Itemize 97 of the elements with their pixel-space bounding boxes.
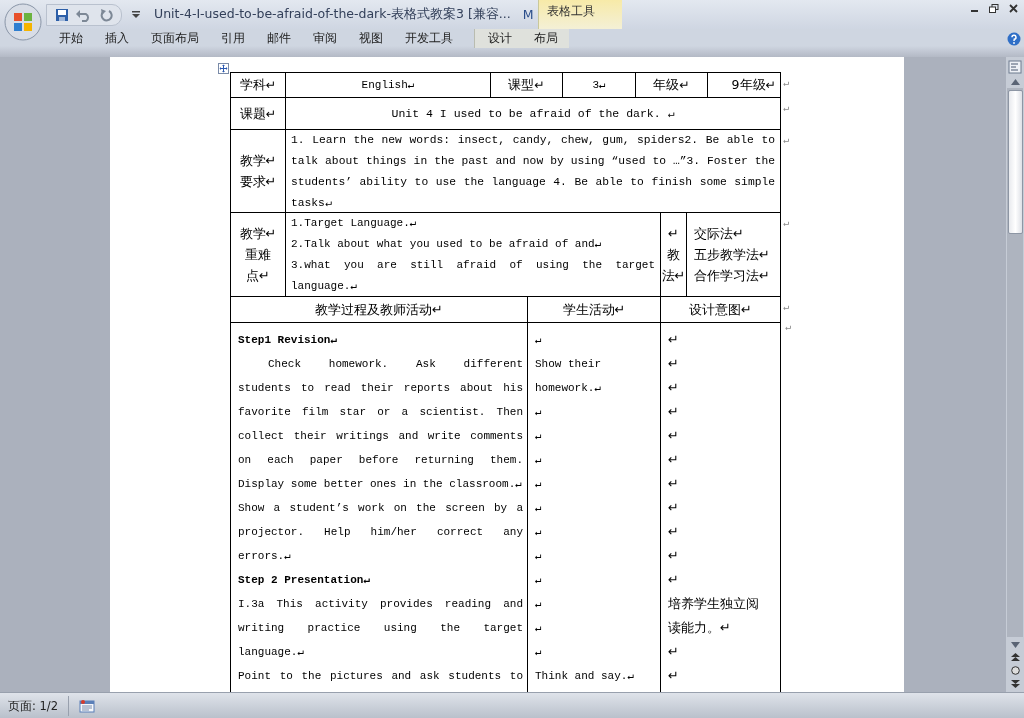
cell-text: 读能力。↵ bbox=[668, 619, 732, 637]
cell-text: ↵ bbox=[535, 549, 543, 564]
cell-text: 培养学生独立阅 bbox=[668, 595, 760, 613]
row-end-mark: ↵ bbox=[783, 77, 790, 89]
cell-text: ↵ bbox=[668, 499, 680, 517]
language-icon[interactable] bbox=[79, 699, 96, 713]
step-heading: Step 2 Presentation↵ bbox=[238, 573, 372, 588]
cell-text: ↵ bbox=[535, 429, 543, 444]
page-indicator[interactable]: 页面: 1/2 bbox=[0, 696, 70, 716]
browse-object-icon[interactable] bbox=[1010, 666, 1020, 675]
step-heading: Step1 Revision↵ bbox=[238, 333, 339, 348]
cell-text: ↵ bbox=[535, 405, 543, 420]
cell-text: ↵ bbox=[668, 571, 680, 589]
cell-text: homework.↵ bbox=[535, 381, 603, 396]
cell-text: projector. Help him/her correct any bbox=[238, 525, 523, 540]
cell-text: ↵ bbox=[535, 573, 543, 588]
cell-text: I.3a This activity provides reading and bbox=[238, 597, 523, 612]
row-end-mark: ↵ bbox=[783, 102, 790, 114]
cell-text: Display some better ones in the classroom.↵ bbox=[238, 477, 523, 492]
cell-text: 1.Target Language.↵ bbox=[291, 216, 418, 231]
cell-text: Show a student’s work on the screen by a bbox=[238, 501, 523, 516]
ribbon-tab[interactable]: 审阅 bbox=[302, 29, 348, 48]
cell-text: ↵ bbox=[668, 379, 680, 397]
ribbon-tab[interactable]: 设计 bbox=[474, 29, 523, 48]
row-end-mark: ↵ bbox=[783, 134, 790, 146]
cell-text: 教 bbox=[667, 246, 680, 264]
ruler-toggle-icon[interactable] bbox=[1008, 60, 1022, 74]
scroll-up-icon[interactable] bbox=[1010, 79, 1020, 85]
cell-text: 教学↵ bbox=[239, 152, 277, 170]
table-move-handle-icon bbox=[218, 63, 229, 74]
cell-text: ↵ bbox=[535, 333, 543, 348]
cell-text: Point to the pictures and ask students to bbox=[238, 669, 523, 684]
cell-text: ↵ bbox=[535, 645, 543, 660]
cell-text: ↵ bbox=[668, 667, 680, 685]
cell-text: errors.↵ bbox=[238, 549, 292, 564]
cell-text: 合作学习法↵ bbox=[694, 267, 770, 285]
cell-text: ↵ bbox=[668, 523, 680, 541]
ribbon-tab[interactable]: 引用 bbox=[210, 29, 256, 48]
cell-text: ↵ bbox=[535, 501, 543, 516]
cell-text: ↵ bbox=[535, 453, 543, 468]
cell-text: ↵ bbox=[668, 355, 680, 373]
cell-text: 3.what you are still afraid of using the target bbox=[291, 258, 655, 273]
ribbon-tab[interactable]: 插入 bbox=[94, 29, 140, 48]
cell-text: ↵ bbox=[668, 331, 680, 349]
scroll-down-icon[interactable] bbox=[1010, 642, 1020, 648]
cell-text: 法↵ bbox=[661, 267, 686, 285]
table-cell: 9年级↵ bbox=[707, 72, 781, 98]
redo-icon[interactable] bbox=[99, 7, 113, 22]
window-title: Unit-4-I-used-to-be-afraid-of-the-dark-表格式教案3 [兼容... bbox=[154, 6, 511, 23]
cell-text: ↵ bbox=[535, 477, 543, 492]
scrollbar-thumb[interactable] bbox=[1008, 90, 1023, 234]
cell-text: 点↵ bbox=[246, 267, 270, 285]
cell-text: favorite film star or a scientist. Then bbox=[238, 405, 523, 420]
ribbon-tab[interactable]: 布局 bbox=[523, 29, 569, 48]
cell-text: 教学↵ bbox=[239, 225, 277, 243]
window-title-fragment: M bbox=[522, 7, 534, 22]
cell-text: ↵ bbox=[535, 621, 543, 636]
cell-text: on each paper before returning them. bbox=[238, 453, 523, 468]
cell-text: Think and say.↵ bbox=[535, 669, 636, 684]
cell-text: ↵ bbox=[668, 427, 680, 445]
cell-text: 交际法↵ bbox=[694, 225, 744, 243]
row-end-mark: ↵ bbox=[783, 217, 790, 229]
context-tab-group: 表格工具 bbox=[537, 0, 622, 29]
help-icon[interactable] bbox=[1007, 31, 1021, 46]
cell-text: ↵ bbox=[668, 225, 679, 243]
cell-text: language.↵ bbox=[238, 645, 306, 660]
row-end-mark: ↵ bbox=[785, 322, 792, 333]
cell-text: 2.Talk about what you used to be afraid of and↵ bbox=[291, 237, 603, 252]
ribbon-tab[interactable]: 视图 bbox=[348, 29, 394, 48]
cell-text: language.↵ bbox=[291, 279, 359, 294]
cell-text: Show their bbox=[535, 357, 602, 372]
ribbon-tab[interactable]: 开始 bbox=[48, 29, 94, 48]
cell-text: 重难 bbox=[245, 246, 271, 264]
next-page-icon[interactable] bbox=[1010, 680, 1020, 688]
cell-text: students to read their reports about his bbox=[238, 381, 523, 396]
previous-page-icon[interactable] bbox=[1010, 653, 1020, 661]
cell-text: ↵ bbox=[668, 643, 680, 661]
cell-text: 五步教学法↵ bbox=[694, 246, 770, 264]
cell-text: ↵ bbox=[668, 475, 680, 493]
cell-text: collect their writings and write comments bbox=[238, 429, 523, 444]
ribbon-tab[interactable]: 开发工具 bbox=[394, 29, 464, 48]
save-icon[interactable] bbox=[55, 7, 69, 22]
table-cell: 学科↵ bbox=[230, 72, 286, 98]
cell-text: ↵ bbox=[668, 403, 680, 421]
ribbon-tab[interactable]: 页面布局 bbox=[140, 29, 210, 48]
cell-text: ↵ bbox=[535, 597, 543, 612]
cell-text: Check homework. Ask different bbox=[267, 357, 523, 372]
customize-caret-icon[interactable] bbox=[132, 10, 140, 19]
cell-text: ↵ bbox=[668, 451, 680, 469]
cell-text: ↵ bbox=[668, 547, 680, 565]
restore-icon[interactable] bbox=[989, 4, 999, 13]
cell-text: 要求↵ bbox=[239, 173, 277, 191]
cell-text: writing practice using the target bbox=[238, 621, 523, 636]
row-end-mark: ↵ bbox=[783, 301, 790, 313]
close-icon[interactable] bbox=[1009, 4, 1018, 13]
cell-text: ↵ bbox=[535, 525, 543, 540]
ribbon-tab[interactable]: 邮件 bbox=[256, 29, 302, 48]
